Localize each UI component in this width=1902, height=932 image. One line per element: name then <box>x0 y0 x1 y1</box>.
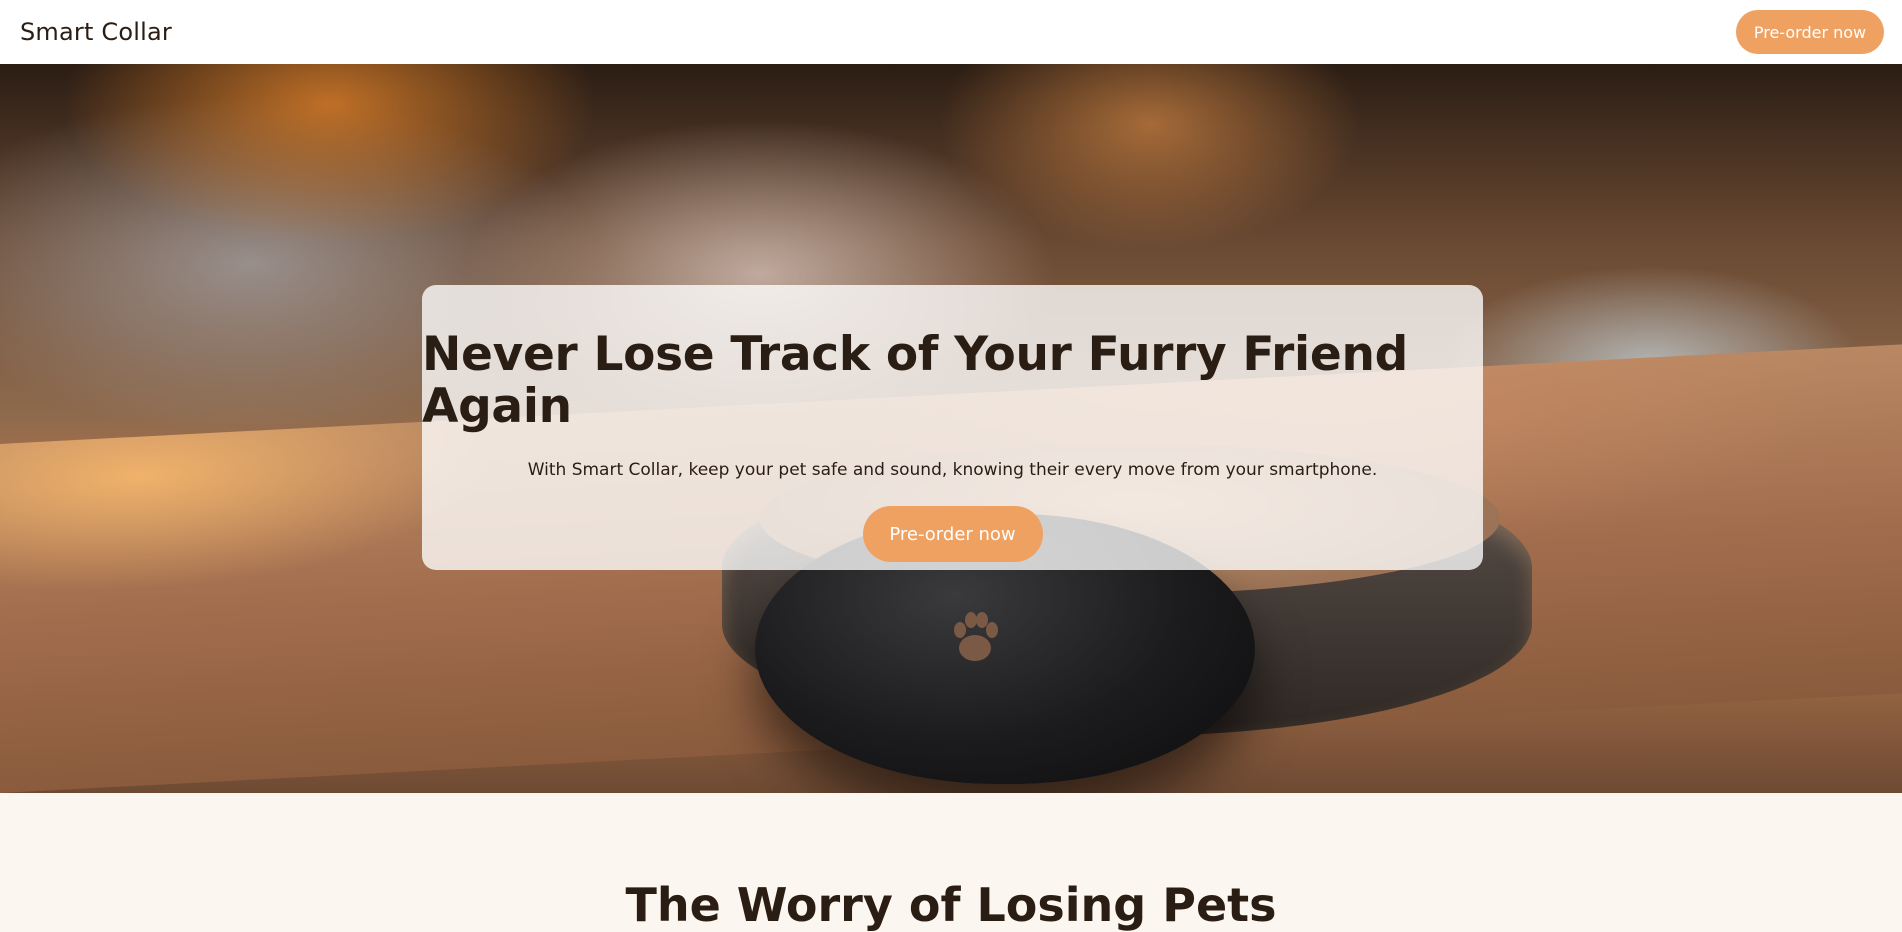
preorder-button-hero[interactable]: Pre-order now <box>862 506 1043 563</box>
hero-card: Never Lose Track of Your Furry Friend Ag… <box>422 285 1483 570</box>
top-navbar: Smart Collar Pre-order now <box>0 0 1902 64</box>
paw-icon <box>954 612 998 661</box>
section-title-worry: The Worry of Losing Pets <box>625 878 1277 932</box>
brand-logo[interactable]: Smart Collar <box>20 18 172 46</box>
hero-title: Never Lose Track of Your Furry Friend Ag… <box>422 327 1408 434</box>
hero-subtitle: With Smart Collar, keep your pet safe an… <box>527 460 1378 481</box>
preorder-button-header[interactable]: Pre-order now <box>1736 10 1884 54</box>
hero-section: Never Lose Track of Your Furry Friend Ag… <box>0 64 1902 793</box>
